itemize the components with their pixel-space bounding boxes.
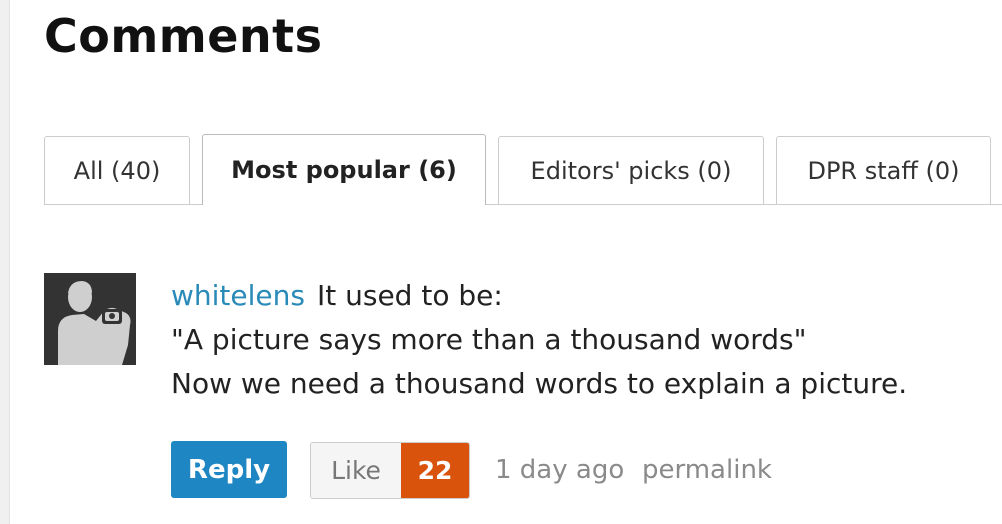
comment-text-line-1: It used to be: — [316, 279, 503, 312]
comments-section: Comments All (40) Most popular (6) Edito… — [0, 0, 1002, 524]
comment-text-line-2: "A picture says more than a thousand wor… — [171, 323, 807, 356]
left-border — [0, 0, 10, 524]
page-title: Comments — [44, 9, 323, 63]
permalink-link[interactable]: permalink — [642, 450, 772, 490]
avatar[interactable] — [44, 273, 136, 365]
like-count-badge: 22 — [401, 443, 469, 498]
comment-text-line-3: Now we need a thousand words to explain … — [171, 367, 908, 400]
like-control: Like 22 — [310, 442, 470, 499]
comment-first-line: whitelens It used to be: — [171, 274, 991, 318]
comment-author-link[interactable]: whitelens — [171, 279, 305, 312]
tabs-divider — [44, 204, 1002, 205]
user-silhouette-photographer-icon — [44, 273, 136, 365]
like-button[interactable]: Like — [311, 443, 401, 498]
comment-tabs: All (40) Most popular (6) Editors' picks… — [44, 134, 1002, 205]
tab-most-popular[interactable]: Most popular (6) — [202, 134, 486, 205]
tab-editors-picks[interactable]: Editors' picks (0) — [498, 136, 764, 204]
comment-body: whitelens It used to be: "A picture says … — [171, 274, 991, 406]
tab-dpr-staff[interactable]: DPR staff (0) — [776, 136, 991, 204]
comment-timestamp: 1 day ago — [495, 455, 625, 485]
tab-all[interactable]: All (40) — [44, 136, 190, 204]
reply-button[interactable]: Reply — [171, 441, 287, 498]
